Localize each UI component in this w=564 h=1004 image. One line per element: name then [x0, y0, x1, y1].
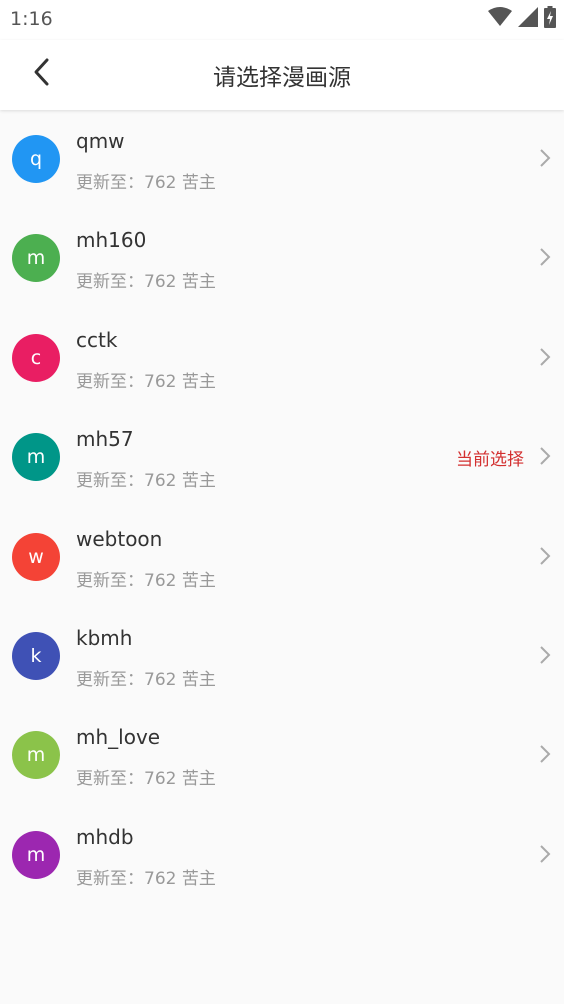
source-row-mh-love[interactable]: m mh_love 更新至：762 苦主: [0, 706, 564, 805]
chevron-right-icon: [540, 348, 551, 366]
chevron-right-icon: [540, 546, 551, 565]
avatar: c: [12, 333, 60, 382]
chevron-right-icon: [540, 646, 551, 664]
source-name: cctk: [76, 327, 118, 352]
chevron-right-icon: [540, 248, 551, 267]
source-row-cctk[interactable]: c cctk 更新至：762 苦主: [0, 309, 564, 408]
source-name: mh_love: [76, 725, 161, 750]
wifi-icon: [488, 7, 512, 31]
source-update-status: 更新至：762 苦主: [76, 868, 216, 889]
source-update-status: 更新至：762 苦主: [76, 669, 216, 690]
current-selection-label: 当前选择: [456, 450, 524, 471]
signal-icon: [518, 7, 538, 31]
avatar: m: [12, 731, 60, 780]
page-title: 请选择漫画源: [213, 65, 351, 91]
source-update-status: 更新至：762 苦主: [76, 272, 216, 293]
status-time: 1:16: [10, 8, 53, 30]
source-row-webtoon[interactable]: w webtoon 更新至：762 苦主: [0, 508, 564, 607]
avatar: m: [12, 234, 60, 283]
source-name: qmw: [76, 129, 125, 153]
chevron-right-icon: [540, 149, 551, 167]
source-name: kbmh: [76, 625, 133, 650]
source-update-status: 更新至：762 苦主: [76, 471, 216, 492]
source-row-mh160[interactable]: m mh160 更新至：762 苦主: [0, 209, 564, 308]
chevron-right-icon: [540, 745, 551, 764]
app-bar: 请选择漫画源: [0, 40, 564, 110]
status-bar: 1:16: [0, 0, 564, 40]
source-name: webtoon: [76, 526, 163, 551]
avatar: m: [12, 830, 60, 879]
source-name: mh160: [76, 228, 147, 253]
avatar: q: [12, 135, 60, 183]
source-update-status: 更新至：762 苦主: [76, 769, 216, 790]
source-row-mhdb[interactable]: m mhdb 更新至：762 苦主: [0, 806, 564, 905]
source-name: mhdb: [76, 824, 134, 849]
source-update-status: 更新至：762 苦主: [76, 570, 216, 591]
source-list: q qmw 更新至：762 苦主 m mh160 更新至：762 苦主 c cc…: [0, 110, 564, 905]
source-name: mh57: [76, 427, 134, 452]
source-row-qmw[interactable]: q qmw 更新至：762 苦主: [0, 110, 564, 209]
source-row-mh57[interactable]: m mh57 更新至：762 苦主 当前选择: [0, 408, 564, 507]
source-row-kbmh[interactable]: k kbmh 更新至：762 苦主: [0, 607, 564, 706]
source-update-status: 更新至：762 苦主: [76, 371, 216, 392]
chevron-right-icon: [540, 447, 551, 465]
battery-icon: [544, 6, 556, 32]
status-icons: [488, 6, 556, 32]
chevron-right-icon: [540, 845, 551, 863]
avatar: w: [12, 532, 60, 581]
avatar: m: [12, 433, 60, 482]
source-update-status: 更新至：762 苦主: [76, 173, 216, 193]
avatar: k: [12, 631, 60, 680]
